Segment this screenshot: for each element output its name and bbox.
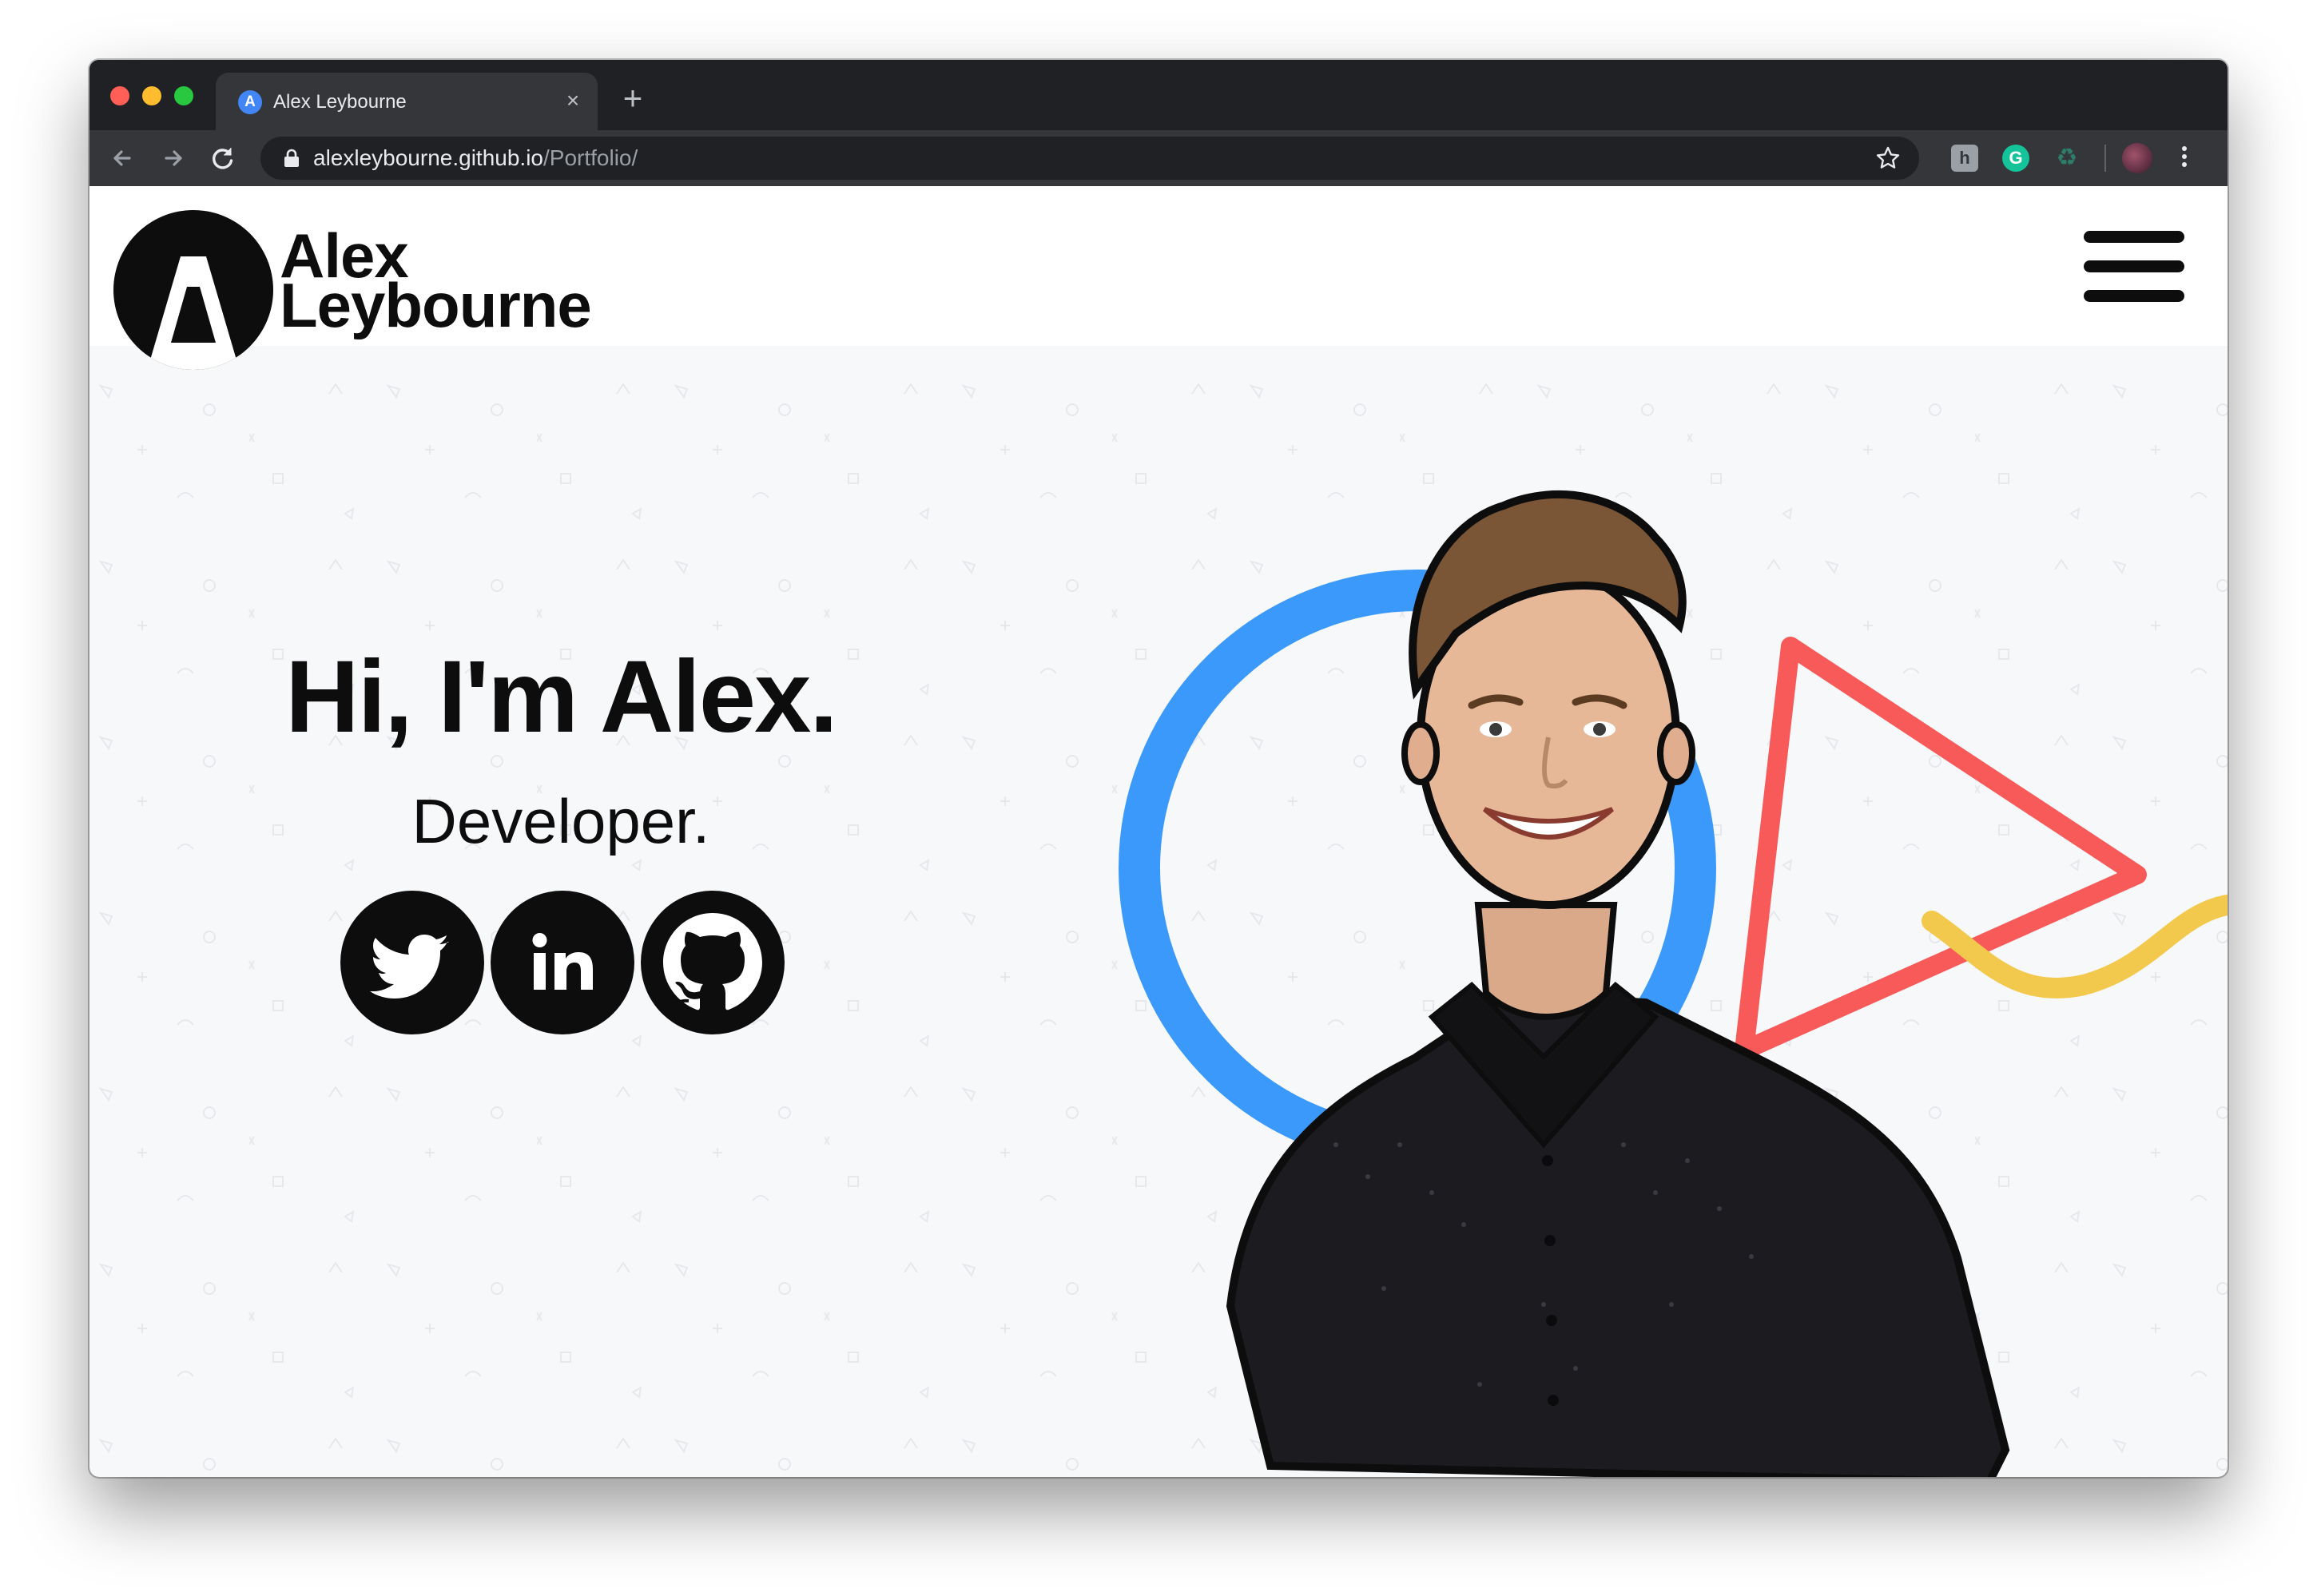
extension-icon[interactable]: h (1951, 145, 1978, 172)
reload-button[interactable] (206, 141, 240, 175)
github-link[interactable] (641, 891, 785, 1034)
site-logo-text[interactable]: Alex Leybourne (280, 224, 592, 340)
address-bar[interactable]: alexleybourne.github.io/Portfolio/ (260, 137, 1919, 180)
tab-title: Alex Leybourne (273, 91, 407, 113)
browser-window: A Alex Leybourne × + alexleybourne.githu… (89, 60, 2228, 1477)
yellow-squiggle-shape (1922, 894, 2228, 998)
bookmark-star-icon[interactable] (1874, 145, 1902, 172)
lock-icon (284, 149, 299, 167)
arrow-right-icon (165, 150, 182, 166)
hero-subtitle: Developer. (411, 786, 710, 856)
hamburger-menu-icon[interactable] (2084, 231, 2184, 304)
new-tab-button[interactable]: + (617, 81, 649, 116)
toolbar-divider (2104, 145, 2106, 172)
minimize-window-button[interactable] (142, 86, 161, 105)
twitter-link[interactable] (340, 891, 484, 1034)
browser-menu-icon[interactable] (2176, 143, 2192, 173)
recycle-icon[interactable]: ♻ (2053, 145, 2081, 172)
github-icon (663, 913, 762, 1010)
linkedin-icon (532, 933, 593, 990)
close-window-button[interactable] (110, 86, 129, 105)
twitter-icon (370, 935, 449, 998)
forward-button[interactable] (157, 141, 190, 175)
reload-icon (213, 148, 233, 169)
site-logo[interactable] (113, 210, 273, 370)
tab-alex-leybourne[interactable]: A Alex Leybourne × (216, 73, 598, 130)
zoom-window-button[interactable] (174, 86, 193, 105)
hero-illustration (1119, 490, 2228, 1477)
tab-close-icon[interactable]: × (559, 87, 586, 114)
favicon-icon: A (238, 90, 262, 114)
linkedin-link[interactable] (491, 891, 634, 1034)
url-text: alexleybourne.github.io/Portfolio/ (313, 145, 638, 170)
page-viewport: Alex Leybourne Hi, I'm Alex. Developer. (89, 186, 2228, 1477)
tab-strip: A Alex Leybourne × + (89, 60, 2228, 130)
social-links (340, 891, 788, 1034)
hero-title: Hi, I'm Alex. (285, 640, 838, 754)
grammarly-icon[interactable]: G (2002, 145, 2029, 172)
logo-last-name: Leybourne (280, 270, 592, 340)
back-button[interactable] (105, 141, 139, 175)
browser-toolbar: alexleybourne.github.io/Portfolio/ h G ♻ (89, 130, 2228, 186)
profile-avatar[interactable] (2122, 143, 2152, 173)
arrow-left-icon (113, 150, 131, 166)
